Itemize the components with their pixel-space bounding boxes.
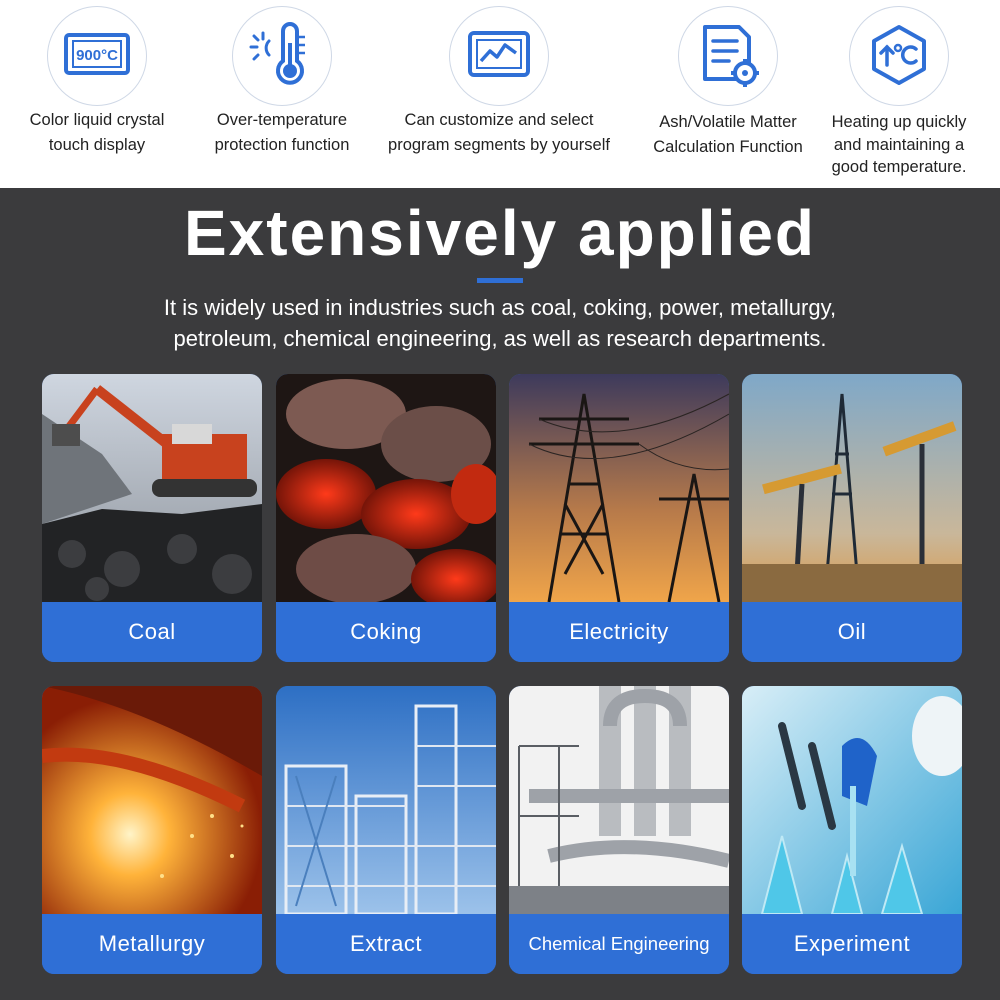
- description-line: petroleum, chemical engineering, as well…: [173, 326, 827, 351]
- card-label: Extract: [276, 914, 496, 974]
- feature-label-line: Ash/Volatile Matter: [659, 113, 797, 131]
- document-gear-icon: [678, 6, 778, 106]
- card-label: Coal: [42, 602, 262, 662]
- lab-scientist-image: [742, 686, 962, 914]
- application-card-coal: Coal: [42, 374, 262, 662]
- card-label: Electricity: [509, 602, 729, 662]
- feature-label: Can customize and select program segment…: [388, 108, 610, 158]
- application-card-metallurgy: Metallurgy: [42, 686, 262, 974]
- feature-label-line: Color liquid crystal: [29, 111, 165, 129]
- feature-label-line: program segments by yourself: [388, 136, 610, 154]
- applications-section: Extensively applied It is widely used in…: [0, 188, 1000, 1000]
- power-tower-image: [509, 374, 729, 602]
- chemical-plant-image: [509, 686, 729, 914]
- card-label: Experiment: [742, 914, 962, 974]
- section-title: Extensively applied: [183, 197, 817, 269]
- feature-label-line: good temperature.: [831, 158, 967, 176]
- excavator-coal-image: [42, 374, 262, 602]
- display-900c-icon: 900°C: [47, 6, 147, 106]
- application-card-oil: Oil: [742, 374, 962, 662]
- feature-label: Over-temperature protection function: [215, 108, 350, 158]
- application-card-coking: Coking: [276, 374, 496, 662]
- application-card-chemical-engineering: Chemical Engineering: [509, 686, 729, 974]
- application-card-experiment: Experiment: [742, 686, 962, 974]
- display-readout: 900°C: [76, 47, 118, 64]
- description-line: It is widely used in industries such as …: [163, 295, 837, 320]
- feature-label-line: touch display: [48, 136, 146, 154]
- glowing-coke-image: [276, 374, 496, 602]
- oil-pump-image: [742, 374, 962, 602]
- feature-label: Color liquid crystal touch display: [30, 108, 165, 158]
- feature-label-line: protection function: [214, 136, 350, 154]
- application-card-electricity: Electricity: [509, 374, 729, 662]
- feature-label-line: Calculation Function: [653, 138, 803, 156]
- section-description: It is widely used in industries such as …: [0, 292, 1000, 354]
- feature-label: Ash/Volatile Matter Calculation Function: [653, 110, 803, 160]
- feature-label: Heating up quickly and maintaining a goo…: [832, 111, 967, 179]
- feature-label-line: Over-temperature: [216, 111, 348, 129]
- card-label: Chemical Engineering: [509, 914, 729, 974]
- card-label: Oil: [742, 602, 962, 662]
- title-underline: [477, 278, 523, 283]
- feature-label-line: and maintaining a: [833, 135, 965, 154]
- card-label: Metallurgy: [42, 914, 262, 974]
- feature-label-line: Can customize and select: [404, 111, 594, 129]
- heating-hexagon-icon: [849, 6, 949, 106]
- thermometer-icon: [232, 6, 332, 106]
- program-chart-icon: [449, 6, 549, 106]
- refinery-tower-image: [276, 686, 496, 914]
- application-card-extract: Extract: [276, 686, 496, 974]
- molten-metal-image: [42, 686, 262, 914]
- card-label: Coking: [276, 602, 496, 662]
- feature-strip: 900°C Color liquid crystal touch display: [0, 0, 1000, 188]
- feature-label-line: Heating up quickly: [831, 113, 967, 131]
